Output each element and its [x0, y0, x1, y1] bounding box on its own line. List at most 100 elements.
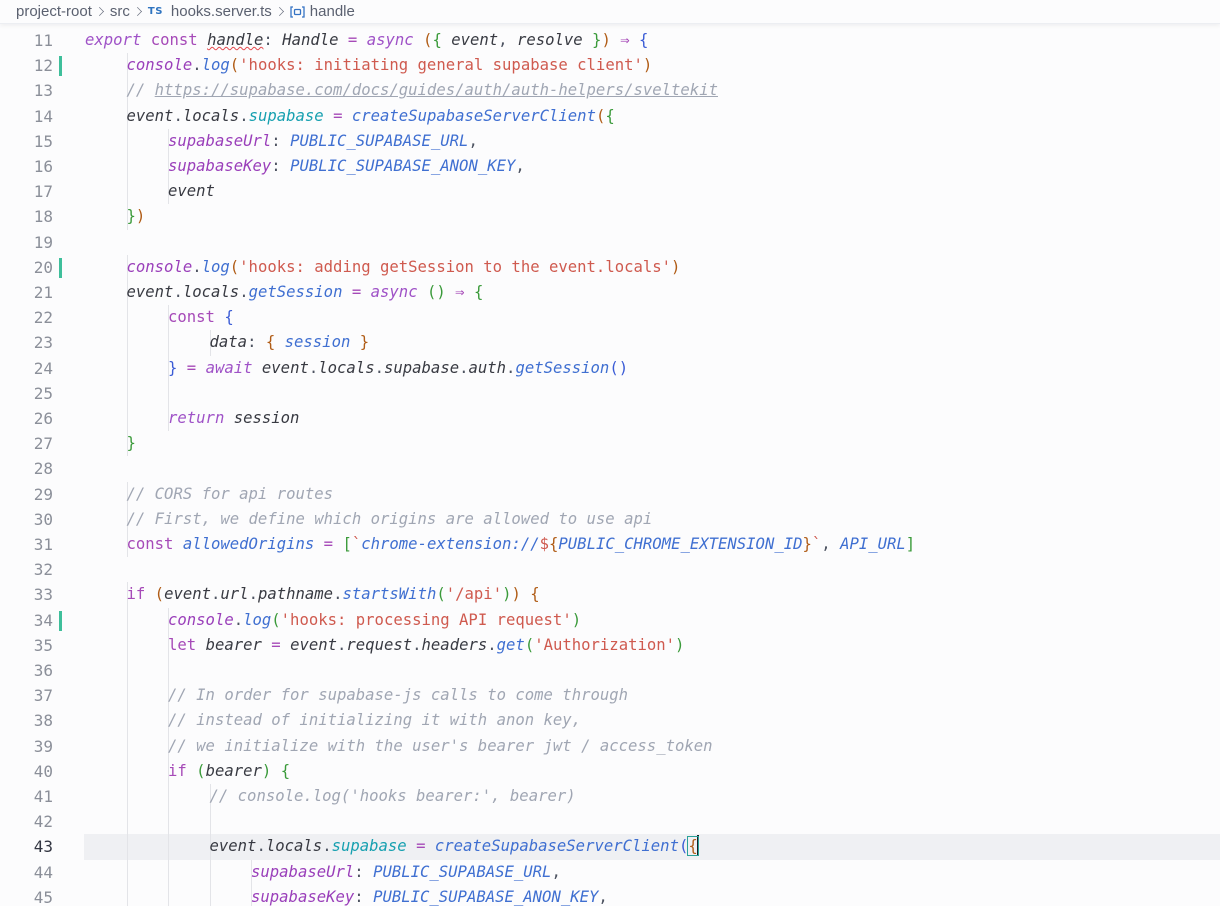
- line-number[interactable]: 35: [0, 633, 53, 658]
- git-modified-marker[interactable]: [59, 610, 62, 631]
- code-line[interactable]: 11 export const handle: Handle = async ({…: [0, 28, 1220, 53]
- code-line[interactable]: 21 event.locals.getSession = async () ⇒ {: [0, 280, 1220, 306]
- line-number[interactable]: 36: [0, 658, 53, 683]
- code-line[interactable]: 35 let bearer = event.request.headers.get…: [0, 632, 1220, 658]
- breadcrumb-item-symbol[interactable]: handle: [310, 3, 355, 20]
- line-number[interactable]: 45: [0, 885, 53, 906]
- code-editor[interactable]: 11 export const handle: Handle = async ({…: [0, 28, 1220, 906]
- line-number[interactable]: 39: [0, 734, 53, 759]
- code-line[interactable]: 31 const allowedOrigins = [`chrome-extens…: [0, 532, 1220, 558]
- code-line[interactable]: 19: [0, 230, 1220, 255]
- breadcrumb-item-src[interactable]: src: [110, 3, 130, 20]
- code-text[interactable]: supabaseKey: PUBLIC_SUPABASE_ANON_KEY,: [168, 154, 525, 179]
- code-line[interactable]: 25: [0, 380, 1220, 406]
- code-line[interactable]: 17 event: [0, 179, 1220, 205]
- code-text[interactable]: if (bearer) {: [168, 759, 290, 784]
- code-line[interactable]: 16 supabaseKey: PUBLIC_SUPABASE_ANON_KEY,: [0, 154, 1220, 180]
- line-number[interactable]: 14: [0, 104, 53, 129]
- line-number[interactable]: 20: [0, 255, 53, 280]
- line-number[interactable]: 13: [0, 78, 53, 103]
- code-text[interactable]: let bearer = event.request.headers.get('…: [168, 633, 684, 658]
- code-text[interactable]: // console.log('hooks bearer:', bearer): [210, 784, 576, 809]
- code-text[interactable]: // First, we define which origins are al…: [127, 507, 653, 532]
- code-text[interactable]: return session: [168, 406, 299, 431]
- code-line[interactable]: 44 supabaseUrl: PUBLIC_SUPABASE_URL,: [0, 859, 1220, 885]
- line-number[interactable]: 22: [0, 305, 53, 330]
- line-number[interactable]: 29: [0, 482, 53, 507]
- code-line[interactable]: 30 // First, we define which origins are …: [0, 506, 1220, 532]
- breadcrumb-item-file[interactable]: hooks.server.ts: [171, 3, 272, 20]
- code-text[interactable]: event.locals.supabase = createSupabaseSe…: [210, 834, 699, 859]
- code-text[interactable]: console.log('hooks: adding getSession to…: [127, 255, 681, 280]
- line-number[interactable]: 31: [0, 532, 53, 557]
- code-line[interactable]: 22 const {: [0, 305, 1220, 331]
- line-number[interactable]: 15: [0, 129, 53, 154]
- line-number[interactable]: 25: [0, 381, 53, 406]
- code-text[interactable]: data: { session }: [210, 330, 370, 355]
- code-text[interactable]: console.log('hooks: initiating general s…: [127, 53, 653, 78]
- code-line[interactable]: 41 // console.log('hooks bearer:', bearer…: [0, 784, 1220, 810]
- code-text[interactable]: console.log('hooks: processing API reque…: [168, 608, 581, 633]
- line-number[interactable]: 44: [0, 860, 53, 885]
- line-number[interactable]: 24: [0, 356, 53, 381]
- code-line[interactable]: 26 return session: [0, 406, 1220, 432]
- breadcrumb-item-folder[interactable]: project-root: [16, 3, 92, 20]
- code-text[interactable]: export const handle: Handle = async ({ e…: [85, 28, 648, 53]
- code-text[interactable]: const {: [168, 305, 234, 330]
- line-number[interactable]: 12: [0, 53, 53, 78]
- code-line[interactable]: 28: [0, 456, 1220, 481]
- code-text[interactable]: event: [168, 179, 215, 204]
- code-line[interactable]: 33 if (event.url.pathname.startsWith('/ap…: [0, 582, 1220, 608]
- code-line[interactable]: 27}: [0, 431, 1220, 457]
- line-number[interactable]: 30: [0, 507, 53, 532]
- line-number[interactable]: 28: [0, 456, 53, 481]
- code-text[interactable]: // In order for supabase-js calls to com…: [168, 683, 628, 708]
- code-line[interactable]: 18}): [0, 204, 1220, 230]
- line-number[interactable]: 19: [0, 230, 53, 255]
- code-text[interactable]: // instead of initializing it with anon …: [168, 708, 581, 733]
- line-number[interactable]: 33: [0, 582, 53, 607]
- code-text[interactable]: supabaseUrl: PUBLIC_SUPABASE_URL,: [251, 860, 561, 885]
- line-number[interactable]: 41: [0, 784, 53, 809]
- code-line[interactable]: 38 // instead of initializing it with ano…: [0, 708, 1220, 734]
- line-number[interactable]: 21: [0, 280, 53, 305]
- line-number[interactable]: 26: [0, 406, 53, 431]
- line-number[interactable]: 18: [0, 204, 53, 229]
- code-line[interactable]: 20 console.log('hooks: adding getSession …: [0, 254, 1220, 280]
- line-number[interactable]: 17: [0, 179, 53, 204]
- code-text[interactable]: event.locals.supabase = createSupabaseSe…: [127, 104, 615, 129]
- code-line[interactable]: 34 console.log('hooks: processing API req…: [0, 607, 1220, 633]
- git-modified-marker[interactable]: [59, 56, 62, 77]
- code-text[interactable]: const allowedOrigins = [`chrome-extensio…: [127, 532, 916, 557]
- code-text[interactable]: }: [127, 431, 136, 456]
- git-modified-marker[interactable]: [59, 257, 62, 278]
- code-line[interactable]: 37 // In order for supabase-js calls to c…: [0, 683, 1220, 709]
- code-text[interactable]: supabaseUrl: PUBLIC_SUPABASE_URL,: [168, 129, 478, 154]
- line-number[interactable]: 38: [0, 708, 53, 733]
- code-line[interactable]: 15 supabaseUrl: PUBLIC_SUPABASE_URL,: [0, 128, 1220, 154]
- code-text[interactable]: // we initialize with the user's bearer …: [168, 734, 713, 759]
- line-number[interactable]: 37: [0, 683, 53, 708]
- line-number[interactable]: 43: [0, 834, 53, 859]
- line-number[interactable]: 27: [0, 431, 53, 456]
- code-text[interactable]: // CORS for api routes: [127, 482, 334, 507]
- code-line[interactable]: 45 supabaseKey: PUBLIC_SUPABASE_ANON_KEY,: [0, 884, 1220, 906]
- code-text[interactable]: if (event.url.pathname.startsWith('/api'…: [127, 582, 540, 607]
- code-text[interactable]: }): [127, 204, 146, 229]
- line-number[interactable]: 34: [0, 608, 53, 633]
- code-text[interactable]: // https://supabase.com/docs/guides/auth…: [127, 78, 718, 103]
- code-line[interactable]: 39 // we initialize with the user's beare…: [0, 733, 1220, 759]
- code-line[interactable]: 24 } = await event.locals.supabase.auth.g…: [0, 355, 1220, 381]
- code-line[interactable]: 32: [0, 557, 1220, 582]
- line-number[interactable]: 11: [0, 28, 53, 53]
- code-line[interactable]: 36: [0, 658, 1220, 684]
- line-number[interactable]: 42: [0, 809, 53, 834]
- line-number[interactable]: 23: [0, 330, 53, 355]
- code-line[interactable]: 14 event.locals.supabase = createSupabase…: [0, 103, 1220, 129]
- code-line[interactable]: 29 // CORS for api routes: [0, 481, 1220, 507]
- line-number[interactable]: 16: [0, 154, 53, 179]
- code-line[interactable]: 23 data: { session }: [0, 330, 1220, 356]
- code-text[interactable]: supabaseKey: PUBLIC_SUPABASE_ANON_KEY,: [251, 885, 608, 906]
- code-line[interactable]: 42: [0, 809, 1220, 835]
- code-text[interactable]: } = await event.locals.supabase.auth.get…: [168, 356, 628, 381]
